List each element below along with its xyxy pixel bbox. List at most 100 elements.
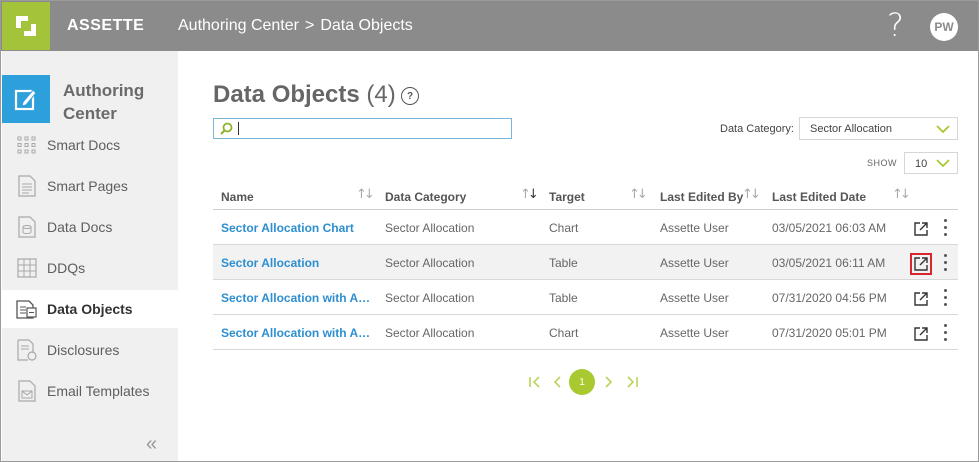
show-label: SHOW	[867, 158, 897, 168]
cell-edited-date: 07/31/2020 04:56 PM	[772, 291, 887, 305]
previous-page-icon[interactable]	[545, 375, 569, 389]
cell-target: Table	[549, 291, 578, 305]
object-name-link[interactable]: Sector Allocation Chart	[221, 221, 371, 235]
collapse-sidebar-icon[interactable]: «	[146, 433, 157, 456]
top-bar: ASSETTE Authoring Center > Data Objects …	[1, 1, 978, 51]
sidebar-item-ddqs[interactable]: DDQs	[2, 249, 178, 287]
sidebar-item-label: Disclosures	[47, 342, 120, 358]
sidebar-item-data-objects[interactable]: Data Objects	[2, 290, 178, 328]
open-external-icon[interactable]	[910, 323, 932, 345]
search-input[interactable]	[236, 120, 506, 137]
sidebar-item-smart-docs[interactable]: Smart Docs	[2, 126, 178, 164]
sort-icon[interactable]: ↑↓	[356, 187, 375, 202]
table-header: Name ↑↓ Data Category ↑↓ Target ↑↓ Last …	[213, 181, 958, 210]
email-template-icon	[16, 380, 38, 402]
sort-icon[interactable]: ↑↓	[892, 187, 911, 202]
sidebar-item-disclosures[interactable]: Disclosures	[2, 331, 178, 369]
logo-mark-icon	[16, 16, 36, 36]
cell-category: Sector Allocation	[385, 221, 475, 235]
sidebar-header: Authoring Center	[2, 75, 178, 125]
column-header-last-edited-by[interactable]: Last Edited By	[660, 190, 743, 204]
chevron-down-icon	[936, 159, 950, 168]
sidebar-item-label: Smart Docs	[47, 137, 121, 153]
sidebar-item-smart-pages[interactable]: Smart Pages	[2, 167, 178, 205]
app-window: ASSETTE Authoring Center > Data Objects …	[0, 0, 979, 462]
breadcrumb-data-objects: Data Objects	[320, 17, 413, 34]
data-objects-table: Name ↑↓ Data Category ↑↓ Target ↑↓ Last …	[213, 181, 958, 350]
cell-category: Sector Allocation	[385, 326, 475, 340]
cell-target: Chart	[549, 221, 579, 235]
sidebar-item-label: Smart Pages	[47, 178, 128, 194]
chevron-down-icon	[936, 125, 950, 134]
disclosure-icon	[16, 339, 38, 361]
object-count: (4)	[366, 81, 396, 108]
page-size-select[interactable]: 10	[904, 152, 958, 174]
page-icon	[16, 175, 38, 197]
search-icon	[220, 122, 233, 140]
page-title-text: Data Objects	[213, 81, 360, 108]
data-category-label: Data Category:	[720, 123, 794, 135]
open-external-icon[interactable]	[910, 253, 932, 275]
column-header-last-edited-date[interactable]: Last Edited Date	[772, 190, 866, 204]
help-circle-icon[interactable]: ?	[401, 87, 419, 105]
cell-edited-by: Assette User	[660, 326, 729, 340]
cell-edited-by: Assette User	[660, 291, 729, 305]
column-header-name[interactable]: Name	[221, 190, 254, 204]
sidebar-item-data-docs[interactable]: Data Docs	[2, 208, 178, 246]
assette-logo[interactable]	[2, 2, 50, 50]
open-external-icon[interactable]	[910, 288, 932, 310]
sidebar-item-email-templates[interactable]: Email Templates	[2, 372, 178, 410]
breadcrumb-authoring-center[interactable]: Authoring Center	[178, 17, 299, 35]
cell-edited-by: Assette User	[660, 256, 729, 270]
breadcrumb: Authoring Center > Data Objects	[178, 17, 413, 35]
cell-target: Chart	[549, 326, 579, 340]
cell-category: Sector Allocation	[385, 291, 475, 305]
sort-active-icon[interactable]: ↑↓	[520, 187, 539, 202]
open-external-icon[interactable]	[910, 218, 932, 240]
user-avatar[interactable]: PW	[930, 13, 958, 41]
page-number-current[interactable]: 1	[569, 369, 595, 395]
table-row[interactable]: Sector Allocation with Att... Sector All…	[213, 280, 958, 315]
data-category-select[interactable]: Sector Allocation	[799, 117, 958, 140]
column-header-data-category[interactable]: Data Category	[385, 190, 466, 204]
table-row[interactable]: Sector Allocation Sector Allocation Tabl…	[213, 245, 958, 280]
page-size-value: 10	[915, 158, 928, 170]
data-objects-icon	[16, 298, 38, 320]
cell-edited-date: 07/31/2020 05:01 PM	[772, 326, 887, 340]
object-name-link[interactable]: Sector Allocation with Att...	[221, 291, 371, 305]
cell-target: Table	[549, 256, 578, 270]
next-page-icon[interactable]	[595, 375, 623, 389]
table-row[interactable]: Sector Allocation Chart Sector Allocatio…	[213, 210, 958, 245]
sidebar-item-label: Email Templates	[47, 383, 150, 399]
sidebar-title: Authoring Center	[63, 81, 145, 123]
more-options-icon[interactable]	[942, 324, 948, 341]
object-name-link[interactable]: Sector Allocation	[221, 256, 371, 270]
page-title: Data Objects (4)	[213, 81, 396, 109]
sidebar-item-label: Data Objects	[47, 301, 133, 317]
more-options-icon[interactable]	[942, 219, 948, 236]
table-row[interactable]: Sector Allocation with Att... Sector All…	[213, 315, 958, 350]
cell-category: Sector Allocation	[385, 256, 475, 270]
sidebar-item-label: DDQs	[47, 260, 86, 276]
main-content: Data Objects (4) ? Data Category: Sector…	[179, 51, 978, 461]
text-caret	[238, 122, 239, 135]
sidebar-item-label: Data Docs	[47, 219, 113, 235]
app-name: ASSETTE	[67, 17, 145, 34]
more-options-icon[interactable]	[942, 254, 948, 271]
breadcrumb-separator: >	[304, 17, 315, 34]
column-header-target[interactable]: Target	[549, 190, 585, 204]
grid-dots-icon	[16, 134, 38, 156]
first-page-icon[interactable]	[525, 375, 545, 389]
search-box[interactable]	[213, 118, 512, 139]
object-name-link[interactable]: Sector Allocation with Att...	[221, 326, 371, 340]
sort-icon[interactable]: ↑↓	[742, 187, 761, 202]
last-page-icon[interactable]	[623, 375, 641, 389]
more-options-icon[interactable]	[942, 289, 948, 306]
pagination: 1	[525, 369, 641, 395]
help-icon[interactable]: ?	[887, 9, 904, 41]
data-category-value: Sector Allocation	[810, 123, 892, 135]
cell-edited-date: 03/05/2021 06:11 AM	[772, 256, 886, 270]
sort-icon[interactable]: ↑↓	[629, 187, 648, 202]
cell-edited-by: Assette User	[660, 221, 729, 235]
data-doc-icon	[16, 216, 38, 238]
